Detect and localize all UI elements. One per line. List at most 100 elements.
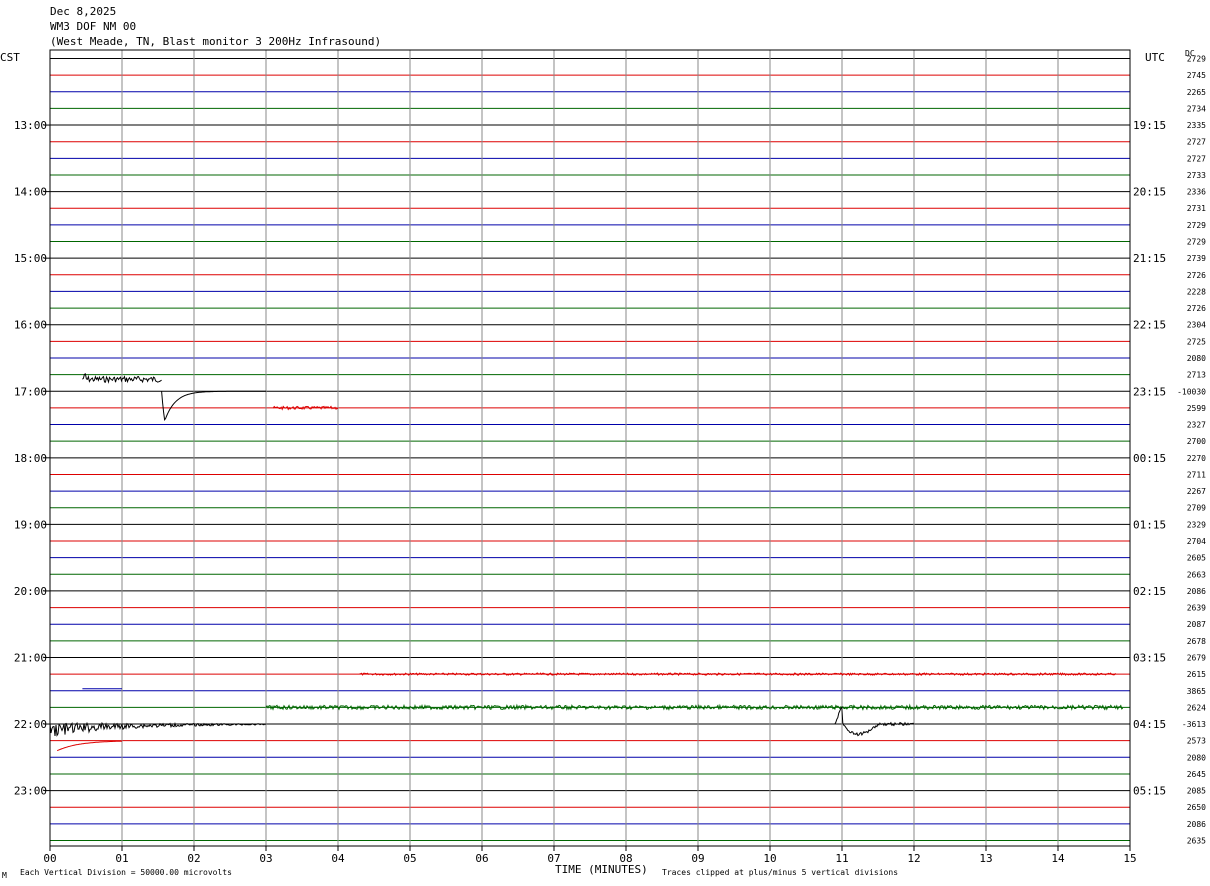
x-tick-label-15: 15 [1123,852,1136,865]
utc-hour-label-4: 23:15 [1133,385,1166,398]
x-tick-label-9: 09 [691,852,704,865]
dc-offset-label-19: 2713 [1187,371,1206,380]
dc-offset-label-22: 2327 [1187,421,1206,430]
dc-offset-label-5: 2727 [1187,138,1206,147]
cst-hour-label-7: 20:00 [14,585,47,598]
x-tick-label-3: 03 [259,852,272,865]
dc-offset-label-3: 2734 [1187,104,1206,113]
cst-hour-label-1: 14:00 [14,186,47,199]
dc-offset-label-20: -10030 [1177,387,1206,396]
cst-hour-label-5: 18:00 [14,452,47,465]
x-tick-label-10: 10 [763,852,776,865]
dc-offset-label-29: 2704 [1187,537,1206,546]
dc-offset-label-16: 2304 [1187,321,1206,330]
dc-offset-label-47: 2635 [1187,837,1206,846]
dc-offset-label-31: 2663 [1187,570,1206,579]
dc-offset-label-15: 2726 [1187,304,1206,313]
cst-hour-label-9: 22:00 [14,718,47,731]
utc-hour-label-10: 05:15 [1133,785,1166,798]
x-axis-title: TIME (MINUTES) [555,863,648,876]
plot-frame [49,49,1131,847]
dc-offset-label-18: 2080 [1187,354,1206,363]
cst-zone-label: CST [0,51,20,64]
cst-hour-label-10: 23:00 [14,785,47,798]
dc-offset-label-2: 2265 [1187,88,1206,97]
dc-offset-label-36: 2679 [1187,653,1206,662]
utc-hour-label-3: 22:15 [1133,319,1166,332]
dc-offset-label-30: 2605 [1187,554,1206,563]
dc-offset-label-26: 2267 [1187,487,1206,496]
trace-event-5 [49,721,267,737]
dc-offset-label-33: 2639 [1187,604,1206,613]
dc-offset-label-34: 2087 [1187,620,1206,629]
cst-hour-label-4: 17:00 [14,385,47,398]
dc-offset-label-46: 2086 [1187,820,1206,829]
dc-offset-label-14: 2228 [1187,287,1206,296]
dc-offset-label-32: 2086 [1187,587,1206,596]
dc-offset-label-23: 2700 [1187,437,1206,446]
dc-offset-label-27: 2709 [1187,504,1206,513]
utc-zone-label: UTC [1145,51,1165,64]
seismic-traces [49,373,1124,752]
cst-hour-label-2: 15:00 [14,252,47,265]
dc-header-label: DC [1185,49,1195,58]
utc-hour-labels: 19:15 20:15 21:15 22:15 23:15 00:15 01:15 02:15… [1133,119,1166,798]
utc-hour-label-2: 21:15 [1133,252,1166,265]
x-tick-label-1: 01 [115,852,128,865]
dc-offset-label-6: 2727 [1187,154,1206,163]
dc-offset-label-4: 2335 [1187,121,1206,130]
utc-hour-label-8: 03:15 [1133,651,1166,664]
utc-hour-label-6: 01:15 [1133,518,1166,531]
utc-hour-label-0: 19:15 [1133,119,1166,132]
dc-offset-label-35: 2678 [1187,637,1206,646]
cst-hour-labels: 13:00 14:00 15:00 16:00 17:00 18:00 19:00 20:00… [14,119,50,798]
cst-hour-label-0: 13:00 [14,119,47,132]
utc-hour-label-5: 00:15 [1133,452,1166,465]
x-tick-label-13: 13 [979,852,992,865]
dc-offset-label-37: 2615 [1187,670,1206,679]
x-tick-label-14: 14 [1051,852,1065,865]
utc-hour-label-9: 04:15 [1133,718,1166,731]
dc-offset-label-8: 2336 [1187,188,1206,197]
minute-gridlines [49,49,1131,847]
dc-offset-label-17: 2725 [1187,337,1206,346]
x-tick-label-4: 04 [331,852,345,865]
cst-hour-label-3: 16:00 [14,319,47,332]
dc-offset-label-43: 2645 [1187,770,1206,779]
dc-offset-label-44: 2085 [1187,787,1206,796]
cst-hour-label-8: 21:00 [14,651,47,664]
dc-offset-label-39: 2624 [1187,703,1206,712]
trace-event-1 [161,390,266,422]
corner-mark: M [2,871,7,880]
trace-event-6 [834,706,915,737]
x-tick-label-6: 06 [475,852,488,865]
clipping-note: Traces clipped at plus/minus 5 vertical … [662,868,898,877]
dc-offset-label-40: -3613 [1182,720,1206,729]
dc-offset-label-28: 2329 [1187,520,1206,529]
x-tick-label-12: 12 [907,852,920,865]
dc-offset-label-41: 2573 [1187,737,1206,746]
dc-offset-label-9: 2731 [1187,204,1206,213]
dc-offset-label-10: 2729 [1187,221,1206,230]
dc-offset-label-11: 2729 [1187,238,1206,247]
dc-offset-label-21: 2599 [1187,404,1206,413]
vertical-division-note: Each Vertical Division = 50000.00 microv… [20,868,232,877]
dc-offset-label-7: 2733 [1187,171,1206,180]
dc-offset-labels: 2729 2745 2265 2734 2335 2727 2727 2733 2336 2731… [1177,55,1206,846]
dc-offset-label-45: 2650 [1187,803,1206,812]
helicorder-plot: 13:00 14:00 15:00 16:00 17:00 18:00 19:00 20:00… [0,49,1206,880]
x-tick-label-2: 02 [187,852,200,865]
trace-event-7 [56,740,122,752]
dc-offset-label-42: 2080 [1187,753,1206,762]
dc-offset-label-12: 2739 [1187,254,1206,263]
dc-offset-label-25: 2711 [1187,470,1206,479]
utc-hour-label-7: 02:15 [1133,585,1166,598]
dc-offset-label-1: 2745 [1187,71,1206,80]
cst-hour-label-6: 19:00 [14,518,47,531]
x-tick-label-5: 05 [403,852,416,865]
x-tick-label-0: 00 [43,852,56,865]
dc-offset-label-38: 3865 [1187,687,1206,696]
utc-hour-label-1: 20:15 [1133,186,1166,199]
dc-offset-label-24: 2270 [1187,454,1206,463]
dc-offset-label-13: 2726 [1187,271,1206,280]
